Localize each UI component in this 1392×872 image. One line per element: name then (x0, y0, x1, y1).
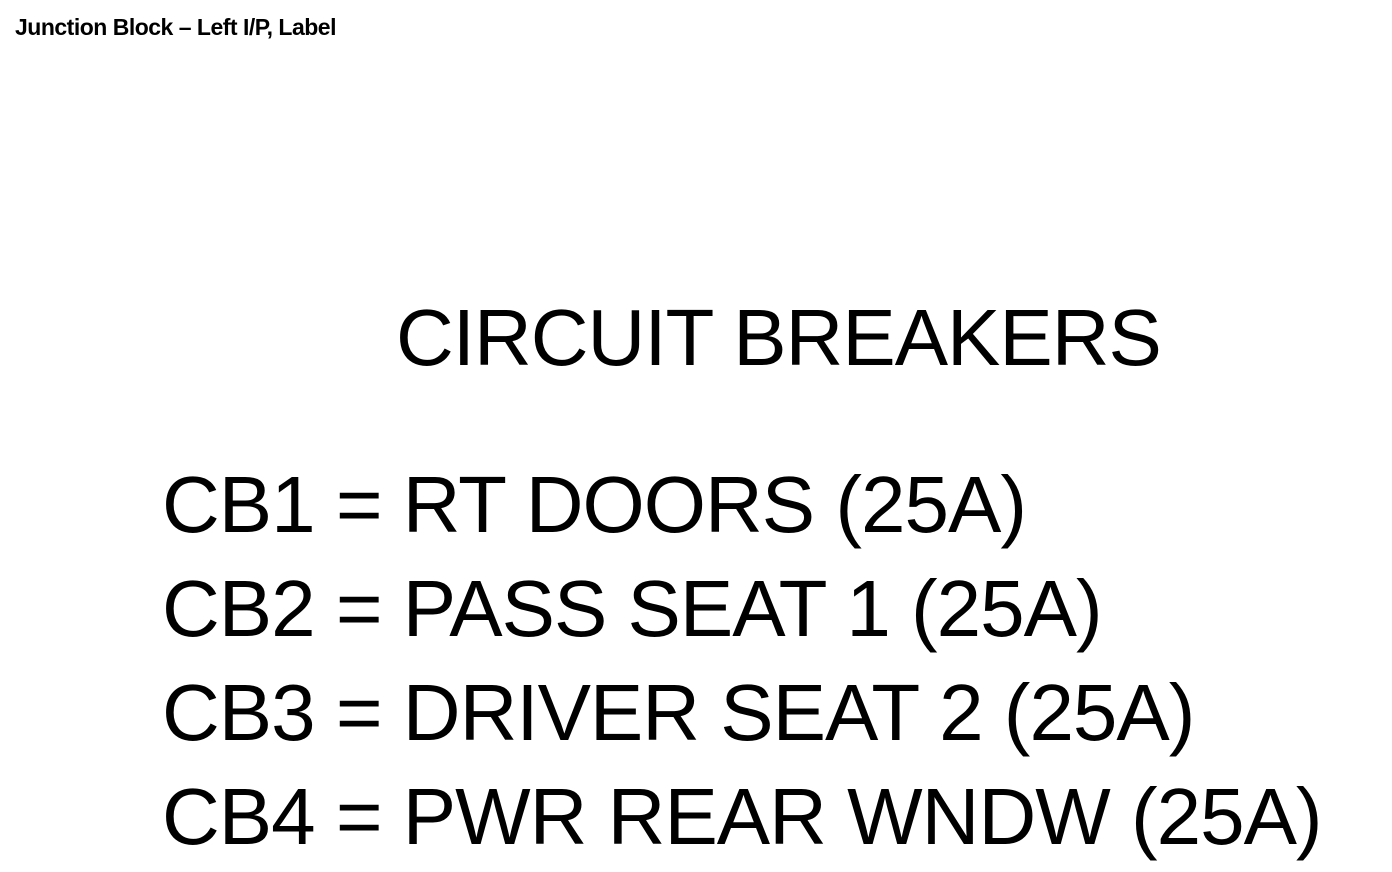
breaker-row-cb1: CB1 = RT DOORS (25A) (162, 460, 1027, 549)
breaker-row-cb3: CB3 = DRIVER SEAT 2 (25A) (162, 668, 1195, 757)
junction-block-label: CIRCUIT BREAKERS CB1 = RT DOORS (25A) CB… (0, 0, 1392, 872)
label-heading: CIRCUIT BREAKERS (396, 293, 1162, 382)
breaker-row-cb2: CB2 = PASS SEAT 1 (25A) (162, 564, 1103, 653)
breaker-row-cb4: CB4 = PWR REAR WNDW (25A) (162, 772, 1323, 861)
breaker-list: CB1 = RT DOORS (25A) CB2 = PASS SEAT 1 (… (162, 453, 1323, 869)
